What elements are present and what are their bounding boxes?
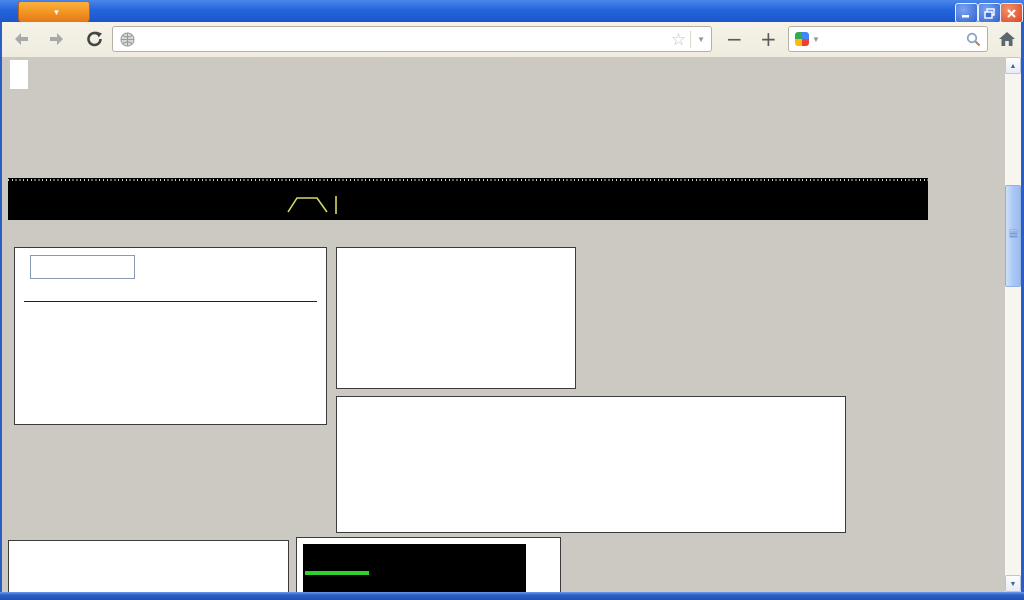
home-icon — [998, 31, 1016, 47]
scroll-down-button[interactable]: ▼ — [1005, 575, 1021, 592]
vertical-scrollbar[interactable]: ▲ ▼ — [1005, 57, 1021, 592]
minimize-icon — [961, 8, 972, 19]
google-logo-icon — [795, 32, 809, 46]
waterfall-settings-panel — [8, 540, 289, 592]
zoom-in-text-button[interactable]: + — [760, 27, 777, 51]
frequency-panel — [14, 247, 327, 425]
restore-icon — [984, 8, 995, 19]
search-icon[interactable] — [966, 32, 981, 47]
page-viewport — [2, 57, 1005, 592]
zoom-out-text-button[interactable]: − — [726, 27, 743, 51]
close-button[interactable] — [1000, 3, 1023, 23]
titlebar: ▼ — [0, 0, 1024, 22]
reload-icon — [86, 30, 104, 48]
frequency-input[interactable] — [30, 255, 135, 279]
divider — [24, 301, 317, 302]
window-border-left — [0, 22, 2, 592]
minimize-button[interactable] — [955, 3, 978, 23]
signal-level-bar — [305, 571, 369, 575]
passband-indicator[interactable] — [8, 178, 928, 220]
browser-toolbar: ☆ ▼ − + ▼ — [0, 22, 1024, 58]
smeter-panel — [296, 537, 561, 592]
band-mode-selector — [10, 60, 28, 89]
chevron-down-icon: ▼ — [53, 9, 61, 17]
back-icon — [12, 32, 30, 46]
close-icon — [1006, 8, 1017, 19]
waterfall-display[interactable] — [8, 93, 928, 178]
bookmark-star-icon[interactable]: ☆ — [671, 31, 686, 48]
back-button[interactable] — [8, 27, 34, 51]
restore-button[interactable] — [978, 3, 1001, 23]
site-globe-icon — [120, 32, 135, 47]
bandwidth-panel — [336, 396, 846, 533]
reload-button[interactable] — [82, 27, 108, 51]
waterfall-view-panel — [336, 247, 576, 389]
scroll-thumb[interactable] — [1005, 185, 1021, 287]
search-box[interactable]: ▼ — [788, 26, 988, 52]
forward-button[interactable] — [44, 27, 70, 51]
firefox-menu-button[interactable]: ▼ — [18, 1, 90, 24]
signal-meter-display — [303, 544, 526, 592]
url-dropdown-icon[interactable]: ▼ — [690, 31, 711, 48]
scroll-up-button[interactable]: ▲ — [1005, 57, 1021, 74]
frequency-scale[interactable] — [8, 178, 928, 220]
search-engine-dropdown-icon[interactable]: ▼ — [812, 35, 820, 44]
home-button[interactable] — [994, 27, 1020, 51]
forward-icon — [48, 32, 66, 46]
window-border-bottom — [0, 592, 1024, 600]
url-bar[interactable]: ☆ ▼ — [112, 26, 712, 52]
